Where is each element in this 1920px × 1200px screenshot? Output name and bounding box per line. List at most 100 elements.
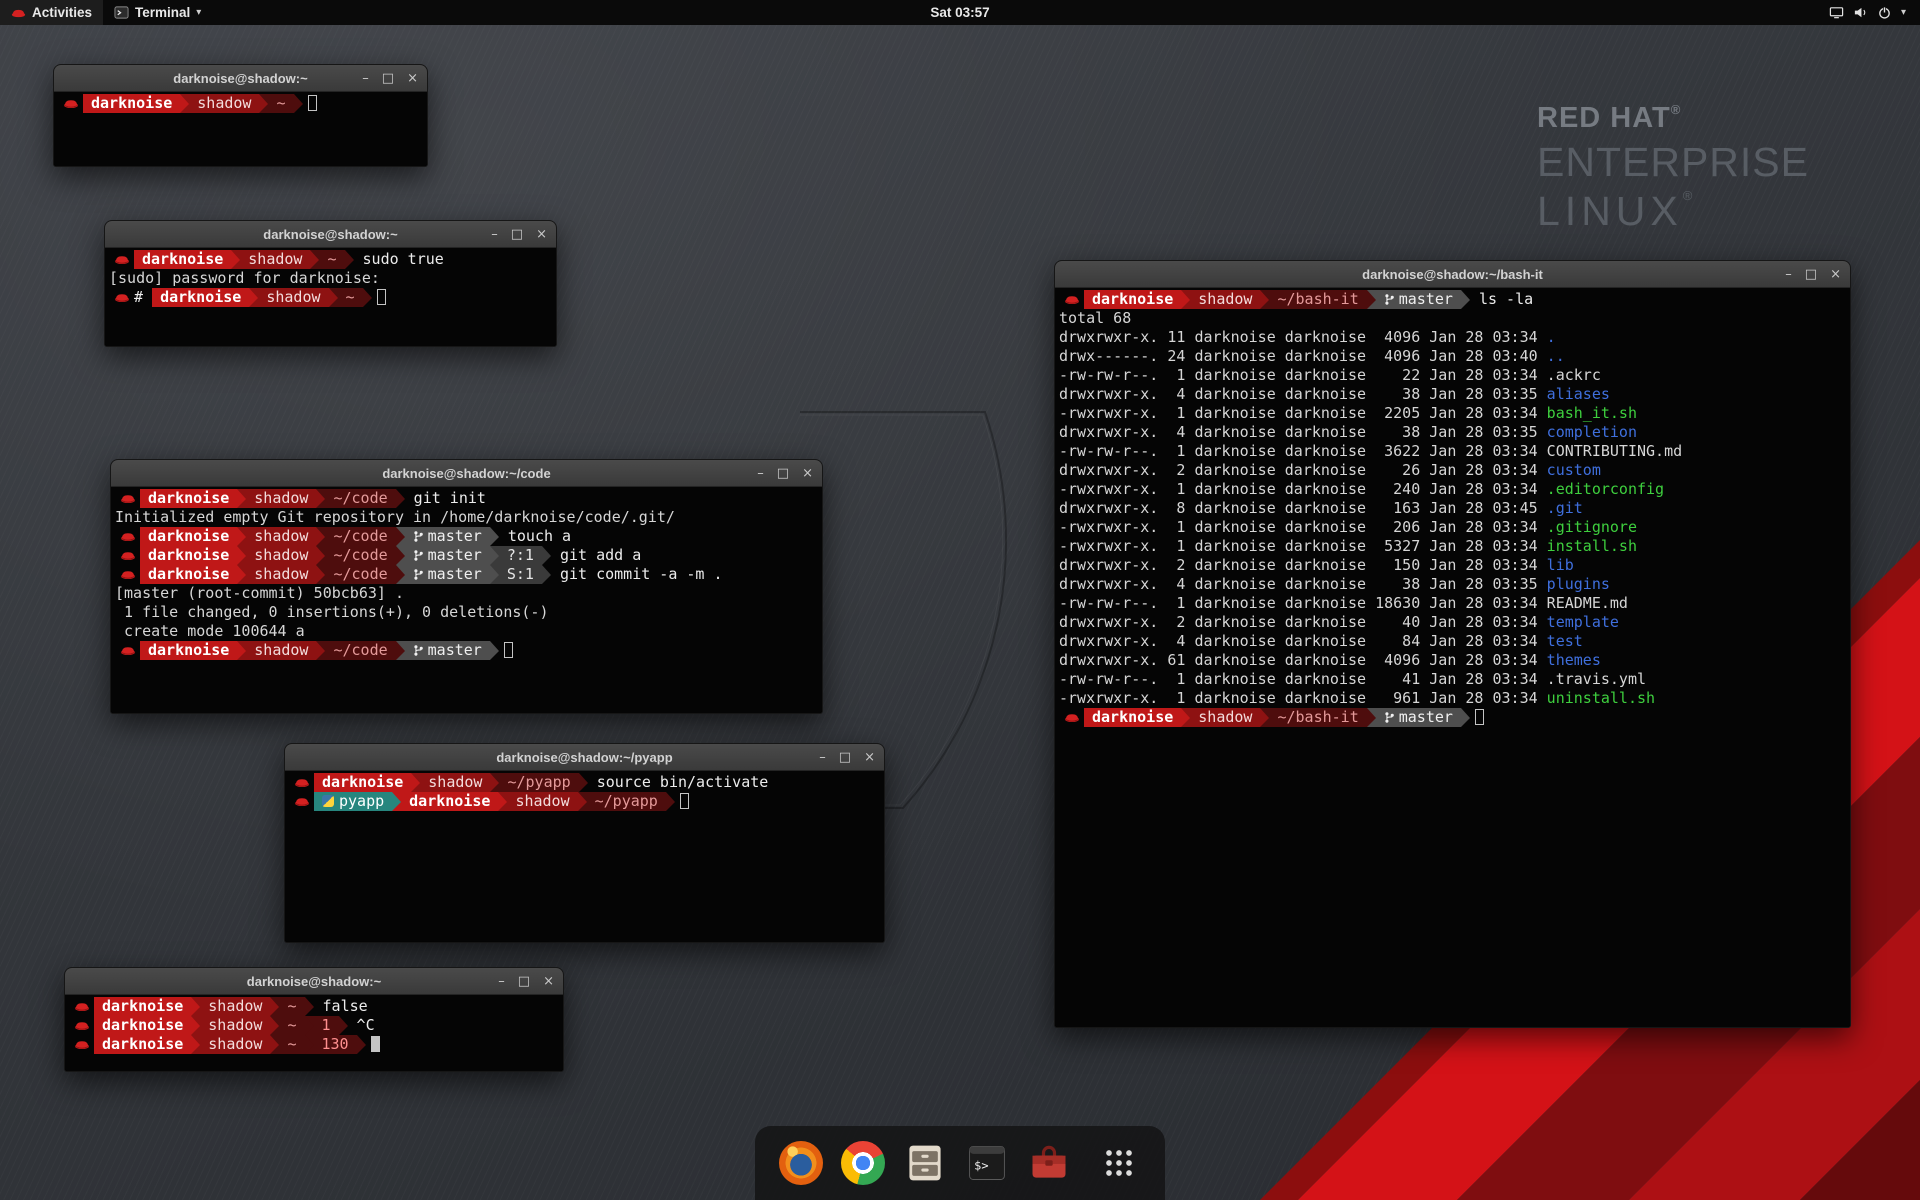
powerline-arrow: [259, 94, 268, 113]
powerline-arrow: [270, 997, 279, 1016]
powerline-arrow: [396, 489, 405, 508]
app-menu-terminal[interactable]: Terminal ▾: [103, 0, 212, 25]
brand-line-linux: LINUX®: [1537, 188, 1809, 235]
powerline-arrow: [1461, 290, 1470, 309]
minimize-button[interactable]: –: [498, 975, 505, 988]
powerline-arrow: [579, 773, 588, 792]
maximize-button[interactable]: □: [382, 72, 394, 85]
terminal-line: -rw-rw-r--. 1 darknoise darknoise 3622 J…: [1055, 442, 1850, 461]
terminal-icon[interactable]: $>: [963, 1139, 1011, 1187]
terminal-window-pyapp[interactable]: darknoise@shadow:~/pyapp – □ × darknoise…: [284, 743, 885, 943]
powerline-arrow: [490, 773, 499, 792]
redhat-prompt-icon: [115, 641, 140, 660]
close-button[interactable]: ×: [802, 467, 813, 480]
output-text: drwxrwxr-x. 8 darknoise darknoise 163 Ja…: [1059, 499, 1547, 517]
powerline-arrow: [392, 792, 401, 811]
terminal-content[interactable]: darknoiseshadow~/pyapp source bin/activa…: [285, 771, 884, 942]
close-button[interactable]: ×: [407, 72, 418, 85]
window-titlebar[interactable]: darknoise@shadow:~ – □ ×: [105, 221, 556, 248]
terminal-window-code[interactable]: darknoise@shadow:~/code – □ × darknoises…: [110, 459, 823, 714]
terminal-line: Initialized empty Git repository in /hom…: [111, 508, 822, 527]
close-button[interactable]: ×: [864, 751, 875, 764]
close-button[interactable]: ×: [1830, 268, 1841, 281]
filename-exec: uninstall.sh: [1547, 689, 1655, 707]
maximize-button[interactable]: □: [518, 975, 530, 988]
window-titlebar[interactable]: darknoise@shadow:~ – □ ×: [65, 968, 563, 995]
terminal-window-home-2[interactable]: darknoise@shadow:~ – □ × darknoiseshadow…: [104, 220, 557, 347]
terminal-window-bash-it[interactable]: darknoise@shadow:~/bash-it – □ × darknoi…: [1054, 260, 1851, 1028]
terminal-cursor: [1475, 709, 1484, 725]
window-titlebar[interactable]: darknoise@shadow:~/code – □ ×: [111, 460, 822, 487]
minimize-button[interactable]: –: [819, 751, 826, 764]
output-text: drwxrwxr-x. 61 darknoise darknoise 4096 …: [1059, 651, 1547, 669]
terminal-line: darknoiseshadow~/bash-itmaster ls -la: [1055, 290, 1850, 309]
window-titlebar[interactable]: darknoise@shadow:~/pyapp – □ ×: [285, 744, 884, 771]
python-icon: [322, 795, 334, 807]
window-titlebar[interactable]: darknoise@shadow:~/bash-it – □ ×: [1055, 261, 1850, 288]
powerline-arrow: [310, 250, 319, 269]
terminal-window-home-3[interactable]: darknoise@shadow:~ – □ × darknoise shadow…: [64, 967, 564, 1072]
filename-exec: install.sh: [1547, 537, 1637, 555]
terminal-line: -rwxrwxr-x. 1 darknoise darknoise 240 Ja…: [1055, 480, 1850, 499]
minimize-button[interactable]: –: [1785, 268, 1792, 281]
close-button[interactable]: ×: [543, 975, 554, 988]
filename-exec: .editorconfig: [1547, 480, 1664, 498]
powerline-arrow: [270, 1016, 279, 1035]
powerline-arrow: [1367, 708, 1376, 727]
terminal-content[interactable]: darknoiseshadow~/bash-itmaster ls -latot…: [1055, 288, 1850, 1027]
terminal-line: [master (root-commit) 50bcb63] .: [111, 584, 822, 603]
redhat-branding: RED HAT® ENTERPRISE LINUX®: [1537, 102, 1809, 235]
output-text: drwxrwxr-x. 11 darknoise darknoise 4096 …: [1059, 328, 1547, 346]
maximize-button[interactable]: □: [839, 751, 851, 764]
prompt-segment-host: shadow: [200, 997, 270, 1016]
command-text: touch a: [499, 527, 571, 545]
powerline-arrow: [316, 565, 325, 584]
output-text: [sudo] password for darknoise:: [109, 269, 389, 287]
show-applications-icon[interactable]: [1095, 1139, 1143, 1187]
output-text: drwxrwxr-x. 4 darknoise darknoise 38 Jan…: [1059, 423, 1547, 441]
terminal-content[interactable]: darknoiseshadow~ sudo true[sudo] passwor…: [105, 248, 556, 346]
terminal-line: darknoiseshadow~/bash-itmaster: [1055, 708, 1850, 727]
filename-dir: plugins: [1547, 575, 1610, 593]
terminal-line: darknoiseshadow~: [54, 94, 427, 113]
minimize-button[interactable]: –: [362, 72, 369, 85]
maximize-button[interactable]: □: [1805, 268, 1817, 281]
powerline-arrow: [339, 1016, 348, 1035]
activities-label: Activities: [32, 5, 92, 20]
files-icon[interactable]: [901, 1139, 949, 1187]
filename-exec: bash_it.sh: [1547, 404, 1637, 422]
prompt-segment-path: ~: [338, 288, 363, 307]
prompt-segment-user: darknoise: [140, 527, 237, 546]
powerline-arrow: [1181, 290, 1190, 309]
prompt-segment-path: ~/code: [325, 565, 395, 584]
firefox-icon[interactable]: [777, 1139, 825, 1187]
filename-dir: .git: [1547, 499, 1583, 517]
minimize-button[interactable]: –: [757, 467, 764, 480]
prompt-segment-user: darknoise: [94, 997, 191, 1016]
chrome-icon[interactable]: [839, 1139, 887, 1187]
maximize-button[interactable]: □: [777, 467, 789, 480]
filename-dir: custom: [1547, 461, 1601, 479]
terminal-content[interactable]: darknoiseshadow~ falsedarknoiseshadow~1 …: [65, 995, 563, 1071]
output-text: drwxrwxr-x. 4 darknoise darknoise 38 Jan…: [1059, 575, 1547, 593]
prompt-segment-user: darknoise: [314, 773, 411, 792]
activities-button[interactable]: Activities: [0, 0, 103, 25]
powerline-arrow: [1461, 708, 1470, 727]
close-button[interactable]: ×: [536, 228, 547, 241]
terminal-line: [sudo] password for darknoise:: [105, 269, 556, 288]
terminal-cursor: [308, 95, 317, 111]
terminal-content[interactable]: darknoiseshadow~: [54, 92, 427, 166]
clock[interactable]: Sat 03:57: [930, 5, 989, 20]
minimize-button[interactable]: –: [491, 228, 498, 241]
terminal-window-home-1[interactable]: darknoise@shadow:~ – □ × darknoiseshadow…: [53, 64, 428, 167]
redhat-prompt-icon: [289, 773, 314, 792]
prompt-segment-path: ~/pyapp: [587, 792, 666, 811]
terminal-line: pyappdarknoiseshadow~/pyapp: [285, 792, 884, 811]
system-status-area[interactable]: ▾: [1821, 0, 1914, 25]
powerline-arrow: [490, 546, 499, 565]
software-toolbox-icon[interactable]: [1025, 1139, 1073, 1187]
terminal-content[interactable]: darknoiseshadow~/code git initInitialize…: [111, 487, 822, 713]
maximize-button[interactable]: □: [511, 228, 523, 241]
powerline-arrow: [237, 546, 246, 565]
window-titlebar[interactable]: darknoise@shadow:~ – □ ×: [54, 65, 427, 92]
